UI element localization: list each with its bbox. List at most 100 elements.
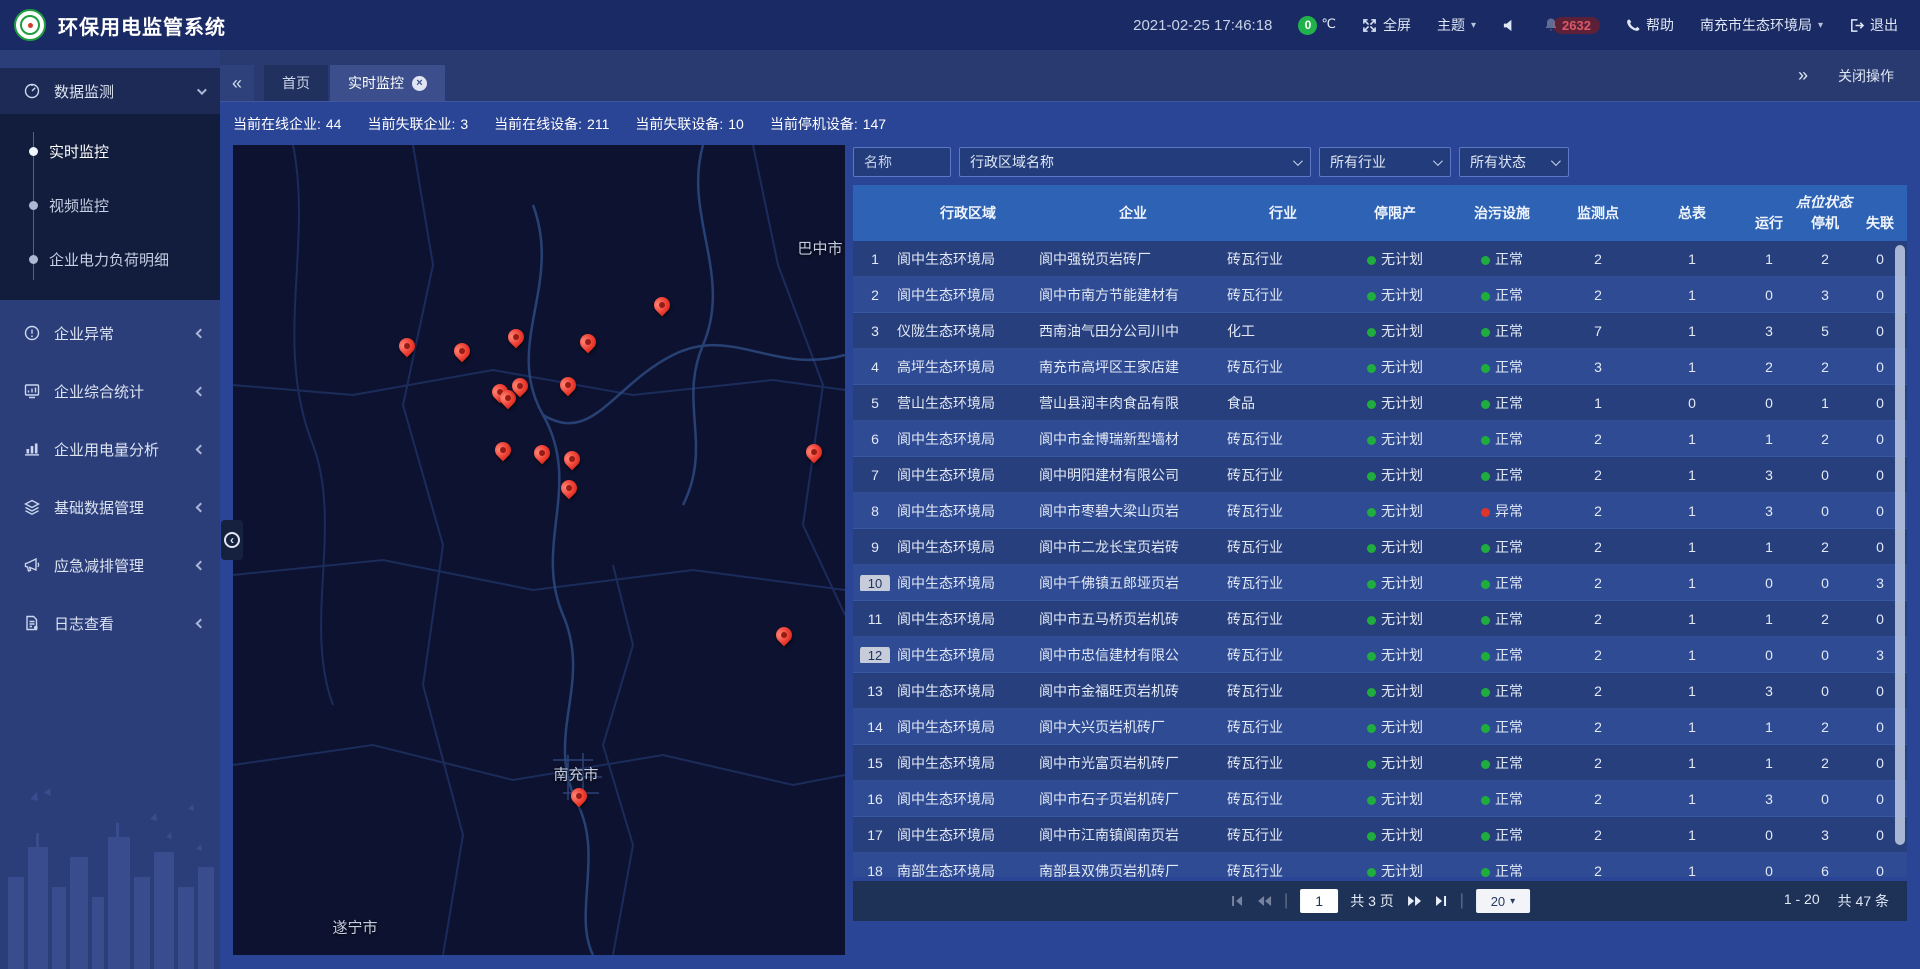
cell-stop-status: 无计划	[1339, 789, 1451, 809]
page-input[interactable]	[1300, 889, 1338, 913]
table-row[interactable]: 11阆中生态环境局阆中市五马桥页岩机砖砖瓦行业无计划正常21120	[853, 601, 1907, 637]
table-row[interactable]: 5营山生态环境局营山县润丰肉食品有限食品无计划正常10010	[853, 385, 1907, 421]
map-pin[interactable]	[396, 335, 419, 358]
table-row[interactable]: 9阆中生态环境局阆中市二龙长宝页岩砖砖瓦行业无计划正常21120	[853, 529, 1907, 565]
table-row[interactable]: 16阆中生态环境局阆中市石子页岩机砖厂砖瓦行业无计划正常21300	[853, 781, 1907, 817]
cell-points: 2	[1553, 791, 1643, 807]
cell-run: 3	[1741, 467, 1797, 483]
tab-0[interactable]: 首页	[264, 65, 328, 101]
map-panel[interactable]: 巴中市南充市遂宁市	[233, 145, 845, 955]
table-row[interactable]: 18南部生态环境局南部县双佛页岩机砖厂砖瓦行业无计划正常21060	[853, 853, 1907, 877]
prev-page-button[interactable]	[1256, 894, 1272, 908]
map-pin[interactable]	[773, 624, 796, 647]
status-dot	[1367, 472, 1376, 481]
table-row[interactable]: 3仪陇生态环境局西南油气田分公司川中化工无计划正常71350	[853, 313, 1907, 349]
table-row[interactable]: 14阆中生态环境局阆中大兴页岩机砖厂砖瓦行业无计划正常21120	[853, 709, 1907, 745]
table-row[interactable]: 2阆中生态环境局阆中市南方节能建材有砖瓦行业无计划正常21030	[853, 277, 1907, 313]
cell-index: 9	[853, 539, 897, 555]
cell-region: 阆中生态环境局	[897, 501, 1039, 521]
stat-label: 当前失联企业:	[367, 116, 455, 132]
map-pin[interactable]	[651, 294, 674, 317]
cell-points: 3	[1553, 359, 1643, 375]
close-operations-button[interactable]: 关闭操作	[1838, 66, 1894, 86]
cell-points: 2	[1553, 719, 1643, 735]
map-pin[interactable]	[561, 448, 584, 471]
status-dot	[1481, 652, 1490, 661]
map-collapse-handle[interactable]: ‹	[221, 520, 243, 560]
status-filter-select[interactable]: 所有状态	[1459, 147, 1569, 177]
sidebar-subitem[interactable]: 企业电力负荷明细	[0, 232, 220, 286]
help-button[interactable]: 帮助	[1626, 15, 1674, 35]
cell-stopped: 2	[1797, 719, 1853, 735]
tabs-scroll-left-button[interactable]: «	[220, 65, 254, 101]
table-row[interactable]: 6阆中生态环境局阆中市金博瑞新型墙材砖瓦行业无计划正常21120	[853, 421, 1907, 457]
name-filter-input[interactable]	[864, 154, 940, 170]
cell-industry: 砖瓦行业	[1227, 429, 1339, 449]
cell-meters: 1	[1643, 683, 1741, 699]
cell-industry: 砖瓦行业	[1227, 681, 1339, 701]
cell-stop-status: 无计划	[1339, 285, 1451, 305]
table-row[interactable]: 8阆中生态环境局阆中市枣碧大梁山页岩砖瓦行业无计划异常21300	[853, 493, 1907, 529]
sound-mute-button[interactable]	[1502, 18, 1517, 33]
sidebar-item-1[interactable]: 企业异常	[0, 308, 220, 358]
table-row[interactable]: 10阆中生态环境局阆中千佛镇五郎垭页岩砖瓦行业无计划正常21003	[853, 565, 1907, 601]
map-pin[interactable]	[451, 340, 474, 363]
map-pin[interactable]	[531, 442, 554, 465]
cell-meters: 1	[1643, 575, 1741, 591]
sidebar-item-2[interactable]: 企业综合统计	[0, 366, 220, 416]
cell-industry: 化工	[1227, 321, 1339, 341]
map-pin[interactable]	[558, 477, 581, 500]
first-page-button[interactable]	[1230, 894, 1244, 908]
sidebar-subitem[interactable]: 实时监控	[0, 124, 220, 178]
map-pin[interactable]	[557, 374, 580, 397]
logout-button[interactable]: 退出	[1849, 15, 1898, 35]
tabs: 首页实时监控×	[264, 65, 447, 101]
notifications-button[interactable]: 2632	[1543, 17, 1600, 34]
map-pin[interactable]	[568, 785, 591, 808]
table-row[interactable]: 17阆中生态环境局阆中市江南镇阆南页岩砖瓦行业无计划正常21030	[853, 817, 1907, 853]
sidebar-item-0[interactable]: 数据监测	[0, 68, 220, 114]
table-row[interactable]: 12阆中生态环境局阆中市忠信建材有限公砖瓦行业无计划正常21003	[853, 637, 1907, 673]
cell-company: 阆中市石子页岩机砖厂	[1039, 789, 1227, 809]
cell-run: 1	[1741, 755, 1797, 771]
sidebar-subitem[interactable]: 视频监控	[0, 178, 220, 232]
map-pin[interactable]	[577, 331, 600, 354]
cell-meters: 1	[1643, 251, 1741, 267]
sidebar-item-4[interactable]: 基础数据管理	[0, 482, 220, 532]
sidebar-item-3[interactable]: 企业用电量分析	[0, 424, 220, 474]
table-row[interactable]: 15阆中生态环境局阆中市光富页岩机砖厂砖瓦行业无计划正常21120	[853, 745, 1907, 781]
status-dot	[1367, 724, 1376, 733]
tabs-scroll-right-button[interactable]: »	[1798, 65, 1808, 86]
table-row[interactable]: 4高坪生态环境局南充市高坪区王家店建砖瓦行业无计划正常31220	[853, 349, 1907, 385]
sidebar-group: 数据监测实时监控视频监控企业电力负荷明细	[0, 68, 220, 300]
chevron-down-icon	[197, 85, 207, 95]
cell-meters: 1	[1643, 863, 1741, 878]
cell-run: 0	[1741, 647, 1797, 663]
chevron-left-icon	[196, 618, 206, 628]
region-filter-select[interactable]: 行政区域名称	[959, 147, 1311, 177]
fullscreen-button[interactable]: 全屏	[1362, 15, 1411, 35]
cell-region: 阆中生态环境局	[897, 717, 1039, 737]
theme-dropdown[interactable]: 主题 ▾	[1437, 15, 1476, 35]
last-page-button[interactable]	[1434, 894, 1448, 908]
table-row[interactable]: 13阆中生态环境局阆中市金福旺页岩机砖砖瓦行业无计划正常21300	[853, 673, 1907, 709]
org-dropdown[interactable]: 南充市生态环境局 ▾	[1700, 15, 1823, 35]
next-page-button[interactable]	[1406, 894, 1422, 908]
map-pin[interactable]	[803, 441, 826, 464]
col-points: 监测点	[1553, 203, 1643, 223]
cell-industry: 砖瓦行业	[1227, 573, 1339, 593]
map-pin[interactable]	[492, 439, 515, 462]
page-size-select[interactable]: 20 ▾	[1476, 889, 1530, 913]
cell-stop-status: 无计划	[1339, 321, 1451, 341]
table-row[interactable]: 1阆中生态环境局阆中强锐页岩砖厂砖瓦行业无计划正常21120	[853, 241, 1907, 277]
sidebar-item-5[interactable]: 应急减排管理	[0, 540, 220, 590]
sidebar: 数据监测实时监控视频监控企业电力负荷明细企业异常企业综合统计企业用电量分析基础数…	[0, 50, 220, 969]
table-row[interactable]: 7阆中生态环境局阆中明阳建材有限公司砖瓦行业无计划正常21300	[853, 457, 1907, 493]
tab-1[interactable]: 实时监控×	[330, 65, 445, 101]
cell-stop-status: 无计划	[1339, 501, 1451, 521]
industry-filter-select[interactable]: 所有行业	[1319, 147, 1451, 177]
sidebar-item-6[interactable]: 日志查看	[0, 598, 220, 648]
table-scrollbar[interactable]	[1895, 245, 1905, 845]
close-tab-icon[interactable]: ×	[412, 76, 427, 91]
map-pin[interactable]	[505, 326, 528, 349]
